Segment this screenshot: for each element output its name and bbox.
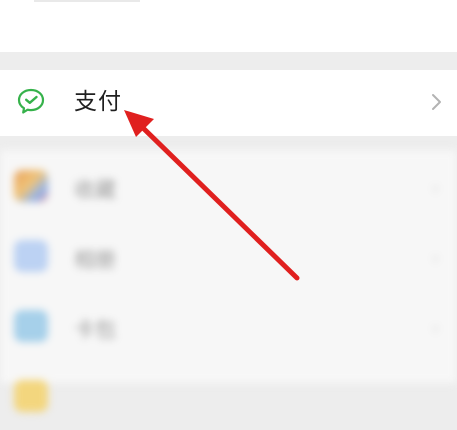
settings-item-label: 相册 [74, 248, 116, 272]
chevron-right-icon: › [432, 178, 440, 199]
settings-item-stickers[interactable] [0, 362, 457, 430]
divider [34, 0, 140, 2]
settings-item-album[interactable]: 相册 › [0, 222, 457, 290]
settings-item-label: 卡包 [74, 318, 116, 342]
wechat-pay-icon [17, 88, 45, 114]
album-icon [14, 240, 48, 272]
favorites-icon [14, 170, 48, 202]
chevron-right-icon: › [432, 248, 440, 269]
settings-item-label: 支付 [74, 89, 122, 115]
settings-item-favorites[interactable]: 收藏 › [0, 152, 457, 220]
previous-settings-card [0, 0, 457, 52]
settings-item-label: 收藏 [74, 178, 116, 202]
chevron-right-icon [432, 94, 441, 110]
settings-item-card-package[interactable]: 卡包 › [0, 292, 457, 360]
chevron-right-icon: › [432, 318, 440, 339]
settings-list-blurred: 收藏 › 相册 › 卡包 › [0, 150, 457, 412]
card-package-icon [14, 310, 48, 342]
sticker-icon [14, 380, 48, 412]
settings-item-pay[interactable]: 支付 [0, 70, 457, 136]
